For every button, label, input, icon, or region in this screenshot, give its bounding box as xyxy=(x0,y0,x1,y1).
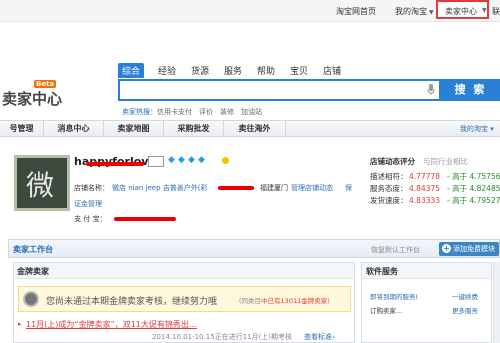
my-taobao-nav-link[interactable]: 我的淘宝 ▾ xyxy=(460,124,494,134)
hot-searches-label: 卖家热搜： xyxy=(122,108,157,116)
tab-services[interactable]: 服务 xyxy=(224,64,242,77)
dsr-compare: - 高于 4.75756 xyxy=(447,172,500,181)
plus-icon: + xyxy=(442,244,451,253)
top-bar: 淘宝网首页 我的淘宝 ▼ 卖家中心 ▼ 联 xyxy=(0,0,500,22)
contact-link[interactable]: 联 xyxy=(492,6,500,17)
credit-badge-icon[interactable] xyxy=(148,156,164,167)
dsr-title: 店铺动态评分 与同行业相比 xyxy=(370,156,468,167)
chevron-down-icon: ▼ xyxy=(429,9,434,16)
dsr-subtitle: 与同行业相比 xyxy=(423,157,468,166)
hot-searches: 卖家热搜：信用卡支付 评价 装修 加油站 xyxy=(122,107,262,117)
more-services-link[interactable]: 更多服务 xyxy=(452,305,478,315)
diamond-icon: ◆ xyxy=(178,155,185,165)
dsr-score: 4.83333 xyxy=(409,196,441,205)
notice-sub-prefix: (同类目 xyxy=(239,297,262,305)
my-taobao-label: 我的淘宝 xyxy=(395,7,427,16)
seller-center-label: 卖家中心 xyxy=(445,7,477,16)
sun-icon xyxy=(222,157,229,164)
seller-center-logo[interactable]: 卖家中心 xyxy=(2,88,62,109)
dsr-label: 发货速度： xyxy=(370,196,408,205)
beta-badge: Beta xyxy=(34,80,57,88)
subscribe-link[interactable]: 订购卖家... xyxy=(370,305,402,315)
deposit-management-link[interactable]: 证金管理 xyxy=(74,199,102,209)
shop-name-link[interactable]: 微店 nian jeep 吉普善户外(彩 xyxy=(112,183,208,193)
dsr-row: 服务态度： 4.84375 - 高于 4.82485 xyxy=(370,183,500,194)
redaction-mark xyxy=(114,217,176,221)
hot-word[interactable]: 加油站 xyxy=(241,108,262,116)
dsr-row: 发货速度： 4.83333 - 高于 4.79527 xyxy=(370,195,500,206)
shop-avatar[interactable]: 微 xyxy=(14,155,70,211)
nav-sell-overseas[interactable]: 卖往海外 xyxy=(224,121,286,136)
dsr-compare: - 高于 4.82485 xyxy=(447,184,500,193)
dsr-title-text: 店铺动态评分 xyxy=(370,157,415,166)
diamond-icon: ◆ xyxy=(198,155,205,165)
view-standard-link[interactable]: 查看标准› xyxy=(304,332,335,342)
notice-subtext: (同类目中已有13011金牌卖家) xyxy=(239,295,330,305)
gold-seller-news-link[interactable]: 11月(上)成为“金牌卖家”，双11大促有锦秀出… xyxy=(26,319,197,330)
add-module-button[interactable]: + 添加免费模块 xyxy=(439,242,499,256)
shop-avatar-glyph: 微 xyxy=(26,169,55,202)
hot-word[interactable]: 评价 xyxy=(199,108,213,116)
dsr-label: 服务态度： xyxy=(370,184,408,193)
search-button[interactable]: 搜 索 xyxy=(441,79,500,101)
redaction-mark xyxy=(218,186,254,190)
gold-seller-notice: 您尚未通过本期金牌卖家考核，继续努力哦 (同类目中已有13011金牌卖家) xyxy=(18,286,351,312)
notice-sub-suffix: ) xyxy=(327,297,330,305)
dsr-score: 4.84375 xyxy=(409,184,441,193)
tab-all[interactable]: 综合 xyxy=(118,63,145,78)
gold-seller-title: 金牌卖家 xyxy=(17,267,49,276)
diamond-icon: ◆ xyxy=(168,155,175,165)
medal-icon xyxy=(23,291,39,307)
taobao-home-link[interactable]: 淘宝网首页 xyxy=(336,6,376,17)
bullet-icon: ▸ xyxy=(18,320,22,328)
add-module-label: 添加免费模块 xyxy=(453,245,495,253)
my-taobao-link[interactable]: 我的淘宝 ▼ xyxy=(395,6,434,17)
dsr-compare: - 高于 4.79527 xyxy=(447,196,500,205)
notice-message: 您尚未通过本期金牌卖家考核，继续努力哦 xyxy=(46,297,218,307)
workspace-title: 卖家工作台 xyxy=(13,245,53,254)
page-scrollbar[interactable] xyxy=(493,262,500,343)
microphone-icon[interactable] xyxy=(427,84,435,95)
tab-help[interactable]: 帮助 xyxy=(257,64,275,77)
gold-seller-panel: 金牌卖家 您尚未通过本期金牌卖家考核，继续努力哦 (同类目中已有13011金牌卖… xyxy=(13,262,355,343)
dsr-label: 描述相符： xyxy=(370,172,408,181)
nav-wholesale[interactable]: 采购批发 xyxy=(164,121,224,136)
workspace-header: 卖家工作台 恢复默认工作台 + 添加免费模块 xyxy=(8,239,500,258)
dsr-row: 描述相符： 4.77778 - 高于 4.75756 xyxy=(370,171,500,182)
notice-sub-highlight: 中已有13011金牌卖家 xyxy=(261,297,328,305)
tab-sourcing[interactable]: 货源 xyxy=(191,64,209,77)
redaction-mark xyxy=(86,162,144,166)
hot-word[interactable]: 信用卡支付 xyxy=(157,108,192,116)
tab-experience[interactable]: 经验 xyxy=(158,64,176,77)
hot-word[interactable]: 装修 xyxy=(220,108,234,116)
restore-default-link[interactable]: 恢复默认工作台 xyxy=(371,245,420,255)
manage-shop-updates-link[interactable]: 管理店铺动态 xyxy=(291,183,333,193)
deposit-link-part[interactable]: 保 xyxy=(345,183,352,193)
assessment-period: 2014.10.01-10.15正在进行11月(上)期考核 xyxy=(152,333,293,341)
software-services-title: 软件服务 xyxy=(366,267,398,276)
alipay-label: 支 付 宝： xyxy=(74,215,107,223)
diamond-icon: ◆ xyxy=(188,155,195,165)
nav-message-center[interactable]: 消息中心 xyxy=(44,121,104,136)
seller-center-menu[interactable]: 卖家中心 ▼ xyxy=(436,0,489,19)
search-input[interactable] xyxy=(118,79,441,101)
shop-location: 福建厦门 xyxy=(260,184,288,192)
software-services-panel: 软件服务 即将到期的服务( 一键续费 订购卖家... 更多服务 xyxy=(361,262,492,343)
nav-seller-map[interactable]: 卖家地图 xyxy=(104,121,164,136)
expiring-services-link[interactable]: 即将到期的服务( xyxy=(370,291,418,301)
shop-profile: 微 happyforlove ◆ ◆ ◆ ◆ 店铺名称： 微店 nian jee… xyxy=(8,150,500,230)
shop-name-label: 店铺名称： xyxy=(74,184,109,192)
main-nav: 号管理 消息中心 卖家地图 采购批发 卖往海外 我的淘宝 ▾ xyxy=(0,120,500,137)
my-taobao-nav-label: 我的淘宝 xyxy=(460,125,488,133)
tab-items[interactable]: 宝贝 xyxy=(290,64,308,77)
renew-link[interactable]: 一键续费 xyxy=(452,291,478,301)
nav-account-management[interactable]: 号管理 xyxy=(0,121,44,136)
tab-shops[interactable]: 店铺 xyxy=(323,64,341,77)
gold-seller-header: 金牌卖家 xyxy=(14,263,354,279)
chevron-down-icon: ▼ xyxy=(482,7,487,14)
software-services-header: 软件服务 xyxy=(362,263,491,279)
dsr-score: 4.77778 xyxy=(409,172,441,181)
